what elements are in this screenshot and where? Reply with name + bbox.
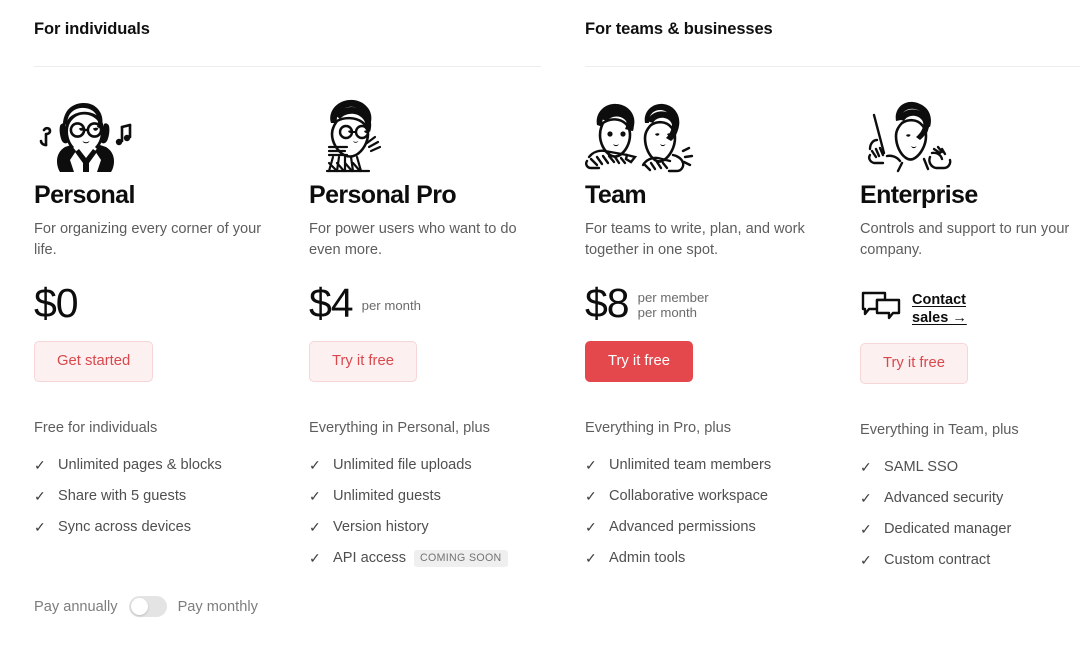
contact-sales-link[interactable]: Contact sales → <box>912 291 998 327</box>
check-icon: ✓ <box>309 487 321 504</box>
feature-label: Unlimited guests <box>333 487 441 504</box>
feature-list-heading: Free for individuals <box>34 419 158 436</box>
feature-item: ✓ API access COMING SOON <box>309 543 551 574</box>
feature-item: ✓ Unlimited team members <box>585 450 827 481</box>
feature-label: Sync across devices <box>58 518 192 535</box>
plan-name: Personal Pro <box>309 180 457 209</box>
plan-name: Enterprise <box>860 180 978 209</box>
plan-description: Controls and support to run your company… <box>860 220 1070 258</box>
price-amount: $4 <box>309 279 354 326</box>
plan-group-individuals: Personal For organizing every corner of … <box>34 67 585 576</box>
plan-description: For power users who want to do even more… <box>309 220 517 258</box>
check-icon: ✓ <box>585 549 597 566</box>
two-people-illustration <box>585 91 827 173</box>
plan-card-enterprise: Enterprise Controls and support to run y… <box>860 67 1080 576</box>
plan-card-personal: Personal For organizing every corner of … <box>34 67 309 576</box>
feature-list: Everything in Team, plus ✓ SAML SSO ✓ Ad… <box>860 421 1070 576</box>
speech-bubble-icon <box>860 290 902 327</box>
feature-list: Everything in Personal, plus ✓ Unlimited… <box>309 419 551 574</box>
feature-label: Collaborative workspace <box>609 487 768 504</box>
feature-item: ✓ Unlimited file uploads <box>309 450 551 481</box>
pay-annually-label[interactable]: Pay annually <box>34 597 118 617</box>
feature-label: Unlimited pages & blocks <box>58 456 222 473</box>
check-icon: ✓ <box>585 487 597 504</box>
price-amount: $0 <box>34 279 79 326</box>
pricing-page: For individuals For teams & businesses P… <box>0 0 1080 651</box>
feature-label: Admin tools <box>609 549 686 566</box>
check-icon: ✓ <box>585 456 597 473</box>
feature-item: ✓ SAML SSO <box>860 452 1070 483</box>
feature-list: Everything in Pro, plus ✓ Unlimited team… <box>585 419 827 574</box>
price-amount: $8 <box>585 279 630 326</box>
feature-list-heading: Everything in Pro, plus <box>585 419 732 436</box>
feature-item: ✓ Admin tools <box>585 543 827 574</box>
feature-label: Dedicated manager <box>884 520 1012 537</box>
feature-list: Free for individuals ✓ Unlimited pages &… <box>34 419 276 543</box>
plans-row: Personal For organizing every corner of … <box>0 67 1080 576</box>
check-icon: ✓ <box>309 518 321 535</box>
person-headphones-illustration <box>34 91 276 173</box>
price-row: $4 per month <box>309 281 551 333</box>
feature-item: ✓ Share with 5 guests <box>34 481 276 512</box>
check-icon: ✓ <box>309 456 321 473</box>
feature-item: ✓ Version history <box>309 512 551 543</box>
feature-item: ✓ Unlimited guests <box>309 481 551 512</box>
feature-label: API access <box>333 549 406 566</box>
plan-name: Personal <box>34 180 135 209</box>
plan-description: For teams to write, plan, and work toget… <box>585 220 805 258</box>
feature-item: ✓ Collaborative workspace <box>585 481 827 512</box>
try-it-free-button[interactable]: Try it free <box>309 340 417 382</box>
plan-card-team: Team For teams to write, plan, and work … <box>585 67 860 576</box>
try-it-free-button[interactable]: Try it free <box>860 342 968 384</box>
check-icon: ✓ <box>860 458 872 475</box>
feature-label: Version history <box>333 518 429 535</box>
feature-label: Advanced permissions <box>609 518 756 535</box>
price-row: $8 per member per month <box>585 281 827 333</box>
get-started-button[interactable]: Get started <box>34 340 154 382</box>
try-it-free-button[interactable]: Try it free <box>585 340 693 382</box>
check-icon: ✓ <box>34 487 46 504</box>
plan-group-teams: Team For teams to write, plan, and work … <box>585 67 1080 576</box>
feature-label: Unlimited team members <box>609 456 772 473</box>
feature-list-heading: Everything in Personal, plus <box>309 419 490 436</box>
feature-label: Advanced security <box>884 489 1004 506</box>
check-icon: ✓ <box>860 489 872 506</box>
section-teams: For teams & businesses <box>585 0 1080 67</box>
feature-item: ✓ Advanced security <box>860 483 1070 514</box>
person-typing-illustration <box>309 91 551 173</box>
toggle-knob <box>130 598 148 615</box>
feature-item: ✓ Unlimited pages & blocks <box>34 450 276 481</box>
feature-item: ✓ Sync across devices <box>34 512 276 543</box>
check-icon: ✓ <box>585 518 597 535</box>
feature-label: Custom contract <box>884 551 991 568</box>
section-title-individuals: For individuals <box>34 20 150 38</box>
price-unit: per month <box>361 297 421 313</box>
price-unit: per member per month <box>637 289 709 321</box>
feature-label: Share with 5 guests <box>58 487 187 504</box>
section-headers: For individuals For teams & businesses <box>0 0 1080 67</box>
section-title-teams: For teams & businesses <box>585 20 773 38</box>
billing-toggle-switch[interactable] <box>128 596 167 617</box>
feature-label: Unlimited file uploads <box>333 456 472 473</box>
check-icon: ✓ <box>860 520 872 537</box>
plan-card-personal-pro: Personal Pro For power users who want to… <box>309 67 584 576</box>
price-row: $0 <box>34 281 276 333</box>
check-icon: ✓ <box>860 551 872 568</box>
check-icon: ✓ <box>34 456 46 473</box>
plan-name: Team <box>585 180 647 209</box>
check-icon: ✓ <box>309 549 321 566</box>
plan-description: For organizing every corner of your life… <box>34 220 262 258</box>
feature-item: ✓ Advanced permissions <box>585 512 827 543</box>
feature-item: ✓ Dedicated manager <box>860 514 1070 545</box>
feature-list-heading: Everything in Team, plus <box>860 421 1019 438</box>
status-badge: COMING SOON <box>414 549 508 567</box>
feature-item: ✓ Custom contract <box>860 545 1070 576</box>
check-icon: ✓ <box>34 518 46 535</box>
section-individuals: For individuals <box>34 0 585 67</box>
person-waving-illustration <box>860 91 1070 173</box>
feature-label: SAML SSO <box>884 458 959 475</box>
contact-sales-block[interactable]: Contact sales → <box>860 283 1070 335</box>
pay-monthly-label[interactable]: Pay monthly <box>178 597 258 617</box>
billing-period-toggle: Pay annually Pay monthly <box>34 596 258 617</box>
